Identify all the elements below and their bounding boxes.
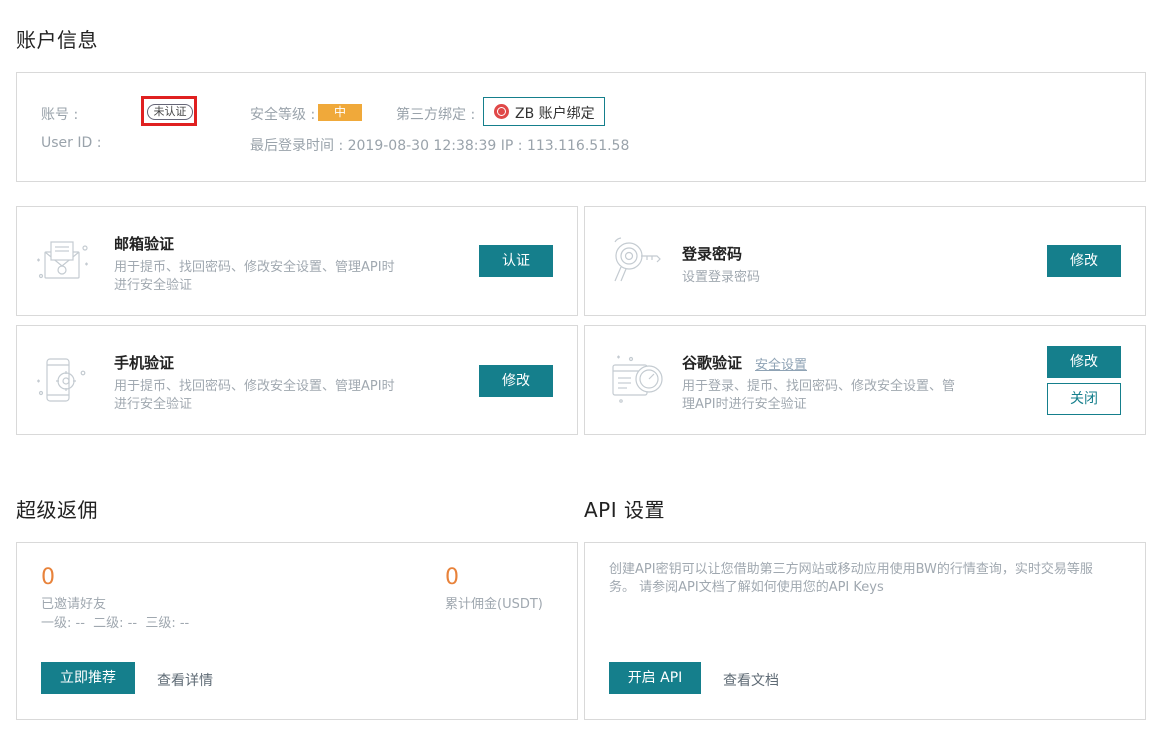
last-login-info: 最后登录时间 : 2019-08-30 12:38:39 IP : 113.11…: [250, 138, 630, 154]
third-party-label: 第三方绑定 :: [396, 107, 476, 123]
phone-verify-desc-line2: 进行安全验证: [114, 397, 193, 412]
email-verify-title: 邮箱验证: [114, 235, 175, 253]
rebate-panel: 0 已邀请好友 一级: -- 二级: -- 三级: -- 0 累计佣金(USDT…: [16, 542, 578, 720]
login-password-card: 登录密码 设置登录密码 修改: [584, 206, 1146, 316]
google-auth-close-button[interactable]: 关闭: [1047, 383, 1121, 415]
unverified-badge[interactable]: 未认证: [147, 104, 193, 120]
key-icon: [607, 232, 667, 292]
api-description: 创建API密钥可以让您借助第三方网站或移动应用使用BW的行情查询，实时交易等服 …: [609, 561, 1139, 597]
phone-verify-card: 手机验证 用于提币、找回密码、修改安全设置、管理API时 进行安全验证 修改: [16, 325, 578, 435]
api-description-line2: 务。 请参阅API文档了解如何使用您的API Keys: [609, 580, 884, 595]
view-docs-link[interactable]: 查看文档: [723, 670, 779, 690]
google-auth-desc-line1: 用于登录、提币、找回密码、修改安全设置、管: [682, 379, 956, 394]
login-password-desc: 设置登录密码: [682, 270, 761, 285]
login-password-title: 登录密码: [682, 245, 743, 263]
recommend-button[interactable]: 立即推荐: [41, 662, 135, 694]
phone-settings-icon: [33, 351, 93, 411]
phone-verify-desc-line1: 用于提币、找回密码、修改安全设置、管理API时: [114, 379, 395, 394]
commission-label: 累计佣金(USDT): [445, 597, 543, 612]
google-auth-desc-line2: 理API时进行安全验证: [682, 397, 807, 412]
api-panel: 创建API密钥可以让您借助第三方网站或移动应用使用BW的行情查询，实时交易等服 …: [584, 542, 1146, 720]
security-settings-link[interactable]: 安全设置: [755, 354, 807, 373]
view-details-link[interactable]: 查看详情: [157, 670, 213, 690]
google-auth-modify-button[interactable]: 修改: [1047, 346, 1121, 378]
account-info-panel: 账号 : 未认证 User ID : 安全等级 : 中 第三方绑定 : ZB 账…: [16, 72, 1146, 182]
rebate-section-title: 超级返佣: [16, 498, 98, 522]
email-verify-card: 邮箱验证 用于提币、找回密码、修改安全设置、管理API时 进行安全验证 认证: [16, 206, 578, 316]
google-auth-icon: [607, 351, 667, 411]
phone-verify-desc: 用于提币、找回密码、修改安全设置、管理API时 进行安全验证: [114, 378, 395, 414]
email-verify-desc-line2: 进行安全验证: [114, 278, 193, 293]
referral-levels: 一级: -- 二级: -- 三级: --: [41, 616, 190, 631]
api-section-title: API 设置: [584, 498, 665, 522]
zb-bind-button[interactable]: ZB 账户绑定: [483, 97, 605, 126]
login-password-modify-button[interactable]: 修改: [1047, 245, 1121, 277]
phone-verify-modify-button[interactable]: 修改: [479, 365, 553, 397]
phone-verify-title: 手机验证: [114, 354, 175, 372]
zb-bind-label: ZB 账户绑定: [515, 106, 595, 122]
security-level-label: 安全等级 :: [250, 107, 316, 123]
email-verify-button[interactable]: 认证: [479, 245, 553, 277]
invited-count: 0: [41, 565, 55, 590]
api-description-line1: 创建API密钥可以让您借助第三方网站或移动应用使用BW的行情查询，实时交易等服: [609, 562, 1093, 577]
google-auth-desc: 用于登录、提币、找回密码、修改安全设置、管 理API时进行安全验证: [682, 378, 955, 414]
userid-label: User ID :: [41, 135, 102, 151]
unverified-highlight: 未认证: [141, 96, 197, 126]
email-verify-desc-line1: 用于提币、找回密码、修改安全设置、管理API时: [114, 260, 395, 275]
account-section-title: 账户信息: [16, 28, 98, 52]
google-auth-card: 谷歌验证 安全设置 用于登录、提币、找回密码、修改安全设置、管 理API时进行安…: [584, 325, 1146, 435]
zb-logo-icon: [494, 104, 509, 119]
email-verify-desc: 用于提币、找回密码、修改安全设置、管理API时 进行安全验证: [114, 259, 395, 295]
account-label: 账号 :: [41, 107, 79, 123]
invited-label: 已邀请好友: [41, 597, 107, 612]
google-auth-title: 谷歌验证: [682, 354, 743, 372]
commission-value: 0: [445, 565, 459, 590]
security-level-badge: 中: [318, 104, 362, 121]
open-api-button[interactable]: 开启 API: [609, 662, 701, 694]
email-icon: [33, 232, 93, 292]
